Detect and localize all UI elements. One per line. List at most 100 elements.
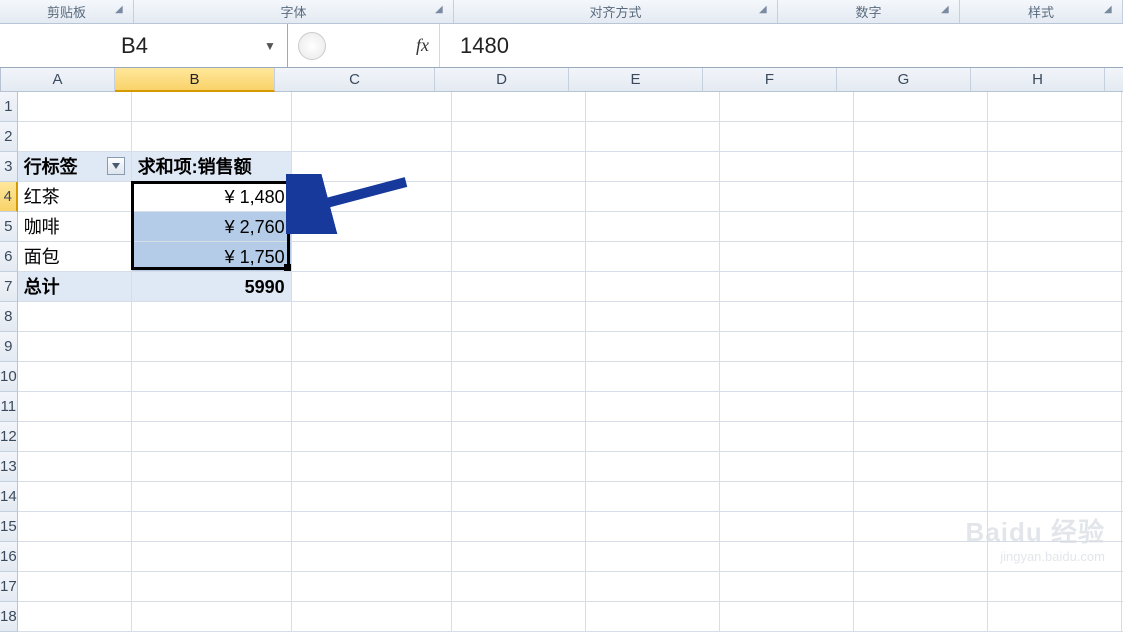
cell[interactable] xyxy=(988,92,1122,122)
cell[interactable] xyxy=(292,272,452,302)
cell[interactable] xyxy=(132,392,292,422)
cell[interactable] xyxy=(720,602,854,632)
cell[interactable] xyxy=(292,92,452,122)
cell[interactable] xyxy=(292,542,452,572)
cell[interactable]: 行标签 xyxy=(18,152,132,182)
column-header[interactable]: D xyxy=(435,68,569,92)
pivot-total-value[interactable]: 5990 xyxy=(132,272,292,302)
column-header[interactable]: E xyxy=(569,68,703,92)
cell[interactable] xyxy=(18,482,132,512)
cell[interactable] xyxy=(292,362,452,392)
row-header[interactable]: 12 xyxy=(0,422,18,452)
cell[interactable] xyxy=(720,452,854,482)
cell[interactable] xyxy=(18,92,132,122)
cell[interactable] xyxy=(452,452,586,482)
cell[interactable] xyxy=(292,392,452,422)
row-header[interactable]: 3 xyxy=(0,152,18,182)
cell[interactable] xyxy=(586,512,720,542)
cell[interactable] xyxy=(452,242,586,272)
cell[interactable] xyxy=(586,422,720,452)
cell[interactable] xyxy=(720,152,854,182)
cell[interactable] xyxy=(292,602,452,632)
cell[interactable] xyxy=(586,482,720,512)
cell[interactable] xyxy=(292,242,452,272)
column-header[interactable]: I xyxy=(1105,68,1123,92)
cell[interactable] xyxy=(132,422,292,452)
cell[interactable] xyxy=(854,602,988,632)
ribbon-group[interactable]: 对齐方式◢ xyxy=(454,0,778,23)
row-header[interactable]: 15 xyxy=(0,512,18,542)
cell[interactable] xyxy=(452,542,586,572)
cell[interactable] xyxy=(586,182,720,212)
dialog-launcher-icon[interactable]: ◢ xyxy=(941,4,955,18)
cell[interactable] xyxy=(292,422,452,452)
cell[interactable] xyxy=(720,212,854,242)
cell[interactable] xyxy=(18,572,132,602)
cell[interactable] xyxy=(18,332,132,362)
cell[interactable] xyxy=(988,272,1122,302)
cell[interactable] xyxy=(586,602,720,632)
dialog-launcher-icon[interactable]: ◢ xyxy=(435,4,449,18)
pivot-value-cell[interactable]: ¥ 1,750 xyxy=(132,242,292,272)
cell[interactable] xyxy=(452,302,586,332)
row-header[interactable]: 16 xyxy=(0,542,18,572)
cell[interactable] xyxy=(452,122,586,152)
cancel-formula-button[interactable] xyxy=(298,32,326,60)
ribbon-group[interactable]: 字体◢ xyxy=(134,0,454,23)
cell[interactable] xyxy=(854,212,988,242)
cell[interactable] xyxy=(452,392,586,422)
cell[interactable] xyxy=(720,392,854,422)
pivot-row-label[interactable]: 红茶 xyxy=(18,182,132,212)
cell[interactable] xyxy=(586,242,720,272)
cell[interactable] xyxy=(988,152,1122,182)
row-header[interactable]: 11 xyxy=(0,392,18,422)
pivot-filter-button[interactable] xyxy=(107,157,125,175)
cell[interactable] xyxy=(854,122,988,152)
cell[interactable] xyxy=(720,362,854,392)
cell[interactable] xyxy=(720,302,854,332)
cell[interactable] xyxy=(988,302,1122,332)
cell[interactable] xyxy=(854,332,988,362)
cell[interactable] xyxy=(292,212,452,242)
row-header[interactable]: 2 xyxy=(0,122,18,152)
cell[interactable] xyxy=(132,542,292,572)
ribbon-group[interactable]: 剪贴板◢ xyxy=(0,0,134,23)
cell[interactable] xyxy=(720,572,854,602)
cell[interactable] xyxy=(854,302,988,332)
row-header[interactable]: 14 xyxy=(0,482,18,512)
cell[interactable] xyxy=(132,362,292,392)
cell[interactable] xyxy=(132,572,292,602)
cell[interactable] xyxy=(452,422,586,452)
cell[interactable] xyxy=(132,122,292,152)
cell[interactable] xyxy=(854,452,988,482)
row-header[interactable]: 13 xyxy=(0,452,18,482)
cell[interactable] xyxy=(452,602,586,632)
cell[interactable] xyxy=(132,482,292,512)
cell[interactable] xyxy=(854,242,988,272)
cell[interactable] xyxy=(292,482,452,512)
cell[interactable] xyxy=(720,542,854,572)
cell[interactable] xyxy=(452,572,586,602)
cell[interactable] xyxy=(854,152,988,182)
cell[interactable] xyxy=(586,542,720,572)
column-header[interactable]: B xyxy=(115,68,275,92)
row-header[interactable]: 4 xyxy=(0,182,18,212)
cell[interactable] xyxy=(132,512,292,542)
cell[interactable] xyxy=(586,122,720,152)
cell[interactable] xyxy=(586,212,720,242)
row-header[interactable]: 8 xyxy=(0,302,18,332)
cell[interactable] xyxy=(292,452,452,482)
cell[interactable] xyxy=(720,92,854,122)
dialog-launcher-icon[interactable]: ◢ xyxy=(1104,4,1118,18)
cell[interactable] xyxy=(988,452,1122,482)
cell[interactable] xyxy=(292,182,452,212)
pivot-total-label[interactable]: 总计 xyxy=(18,272,132,302)
cell[interactable] xyxy=(132,332,292,362)
cell[interactable] xyxy=(18,122,132,152)
cell[interactable] xyxy=(586,362,720,392)
dialog-launcher-icon[interactable]: ◢ xyxy=(759,4,773,18)
pivot-row-label[interactable]: 面包 xyxy=(18,242,132,272)
ribbon-group[interactable]: 样式◢ xyxy=(960,0,1123,23)
cell[interactable] xyxy=(854,482,988,512)
column-header[interactable]: G xyxy=(837,68,971,92)
